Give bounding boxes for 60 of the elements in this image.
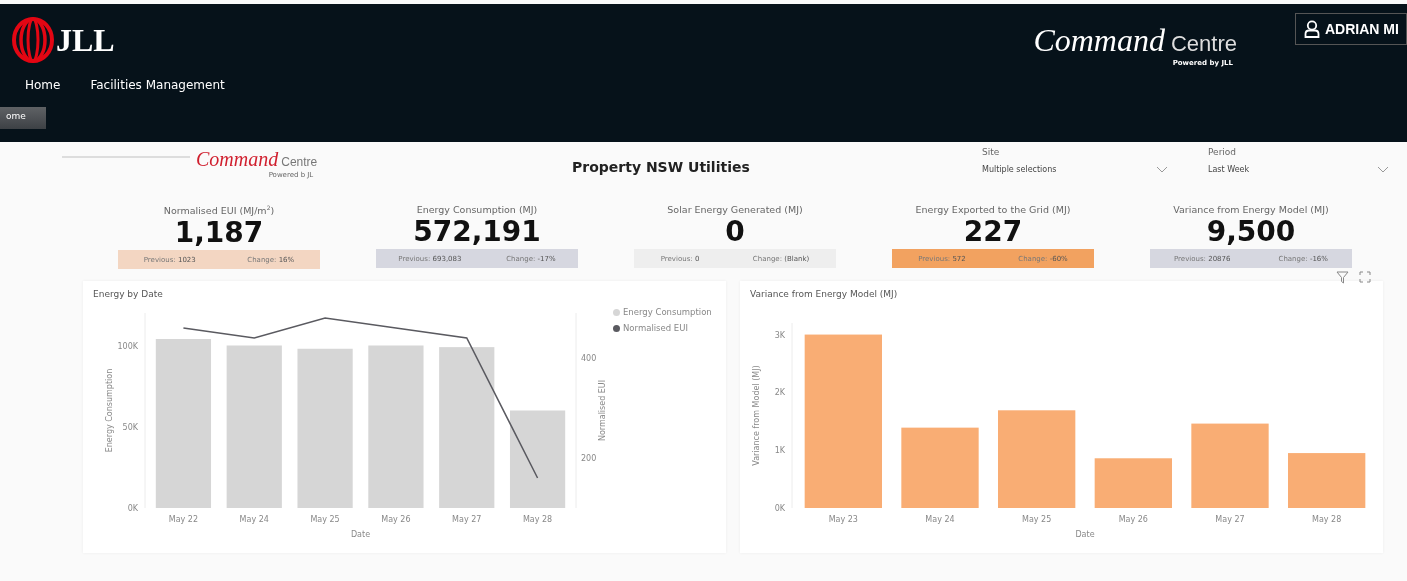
axis-tick-label: 50K [122, 422, 138, 432]
axis-tick-label: May 23 [828, 515, 858, 525]
nav-link[interactable]: Home [25, 78, 61, 92]
axis-tick-label: May 26 [1118, 515, 1148, 525]
axis-tick-label: 3K [774, 330, 785, 340]
axis-tick-label: 400 [581, 354, 597, 364]
kpi-title: Normalised EUI (MJ/m$^{2}$) [163, 204, 275, 217]
user-icon [1304, 20, 1320, 38]
axis-tick-label: 200 [581, 454, 597, 464]
axis-tick-label: May 24 [239, 515, 269, 525]
legend-label: Energy Consumption [623, 307, 712, 318]
axis-tick-label: May 27 [452, 515, 482, 525]
kpi-title: Energy Consumption (MJ) [416, 204, 538, 215]
axis-tick-label: 0K [127, 504, 138, 514]
axis-tick-label: 2K [774, 388, 785, 398]
chart-title: Energy by Date [93, 289, 164, 300]
focus-mode-icon [1359, 271, 1371, 284]
axis-title: Variance from Model (MJ) [752, 365, 761, 466]
logo-script-text: Command [1033, 22, 1165, 59]
axis-tick-label: May 25 [310, 515, 340, 525]
kpi-value: 9,500 [1206, 215, 1296, 249]
axis-tick-label: May 24 [925, 515, 955, 525]
axis-title: Date [1075, 530, 1095, 540]
nav-link[interactable]: Facilities Management [90, 78, 225, 92]
axis-tick-label: May 28 [1312, 515, 1342, 525]
axis-tick-label: 1K [774, 446, 785, 456]
axis-title: Date [350, 530, 371, 540]
legend-label: Normalised EUI [623, 323, 688, 334]
kpi-title: Variance from Energy Model (MJ) [1173, 204, 1329, 215]
axis-tick-label: May 25 [1022, 515, 1052, 525]
axis-tick-label: May 27 [1215, 515, 1245, 525]
logo-word: Centre [1170, 31, 1237, 57]
axis-title: Energy Consumption [105, 368, 114, 453]
logo-script-text: Command [196, 148, 279, 171]
slicer-label: Period [1208, 147, 1238, 157]
kpi-title: Energy Exported to the Grid (MJ) [915, 204, 1071, 215]
kpi-title: Solar Energy Generated (MJ) [667, 204, 803, 215]
axis-tick-label: 100K [117, 341, 138, 351]
axis-tick-label: May 22 [168, 515, 199, 525]
chart-title: Variance from Energy Model (MJ) [750, 289, 899, 300]
filter-icon [1336, 271, 1349, 285]
user-button[interactable]: ADRIAN MI [1295, 13, 1407, 45]
axis-tick-label: May 26 [381, 515, 411, 525]
report-title: Property NSW Utilities [572, 159, 751, 175]
kpi-value: 227 [963, 215, 1023, 249]
axis-tick-label: 0K [774, 504, 785, 514]
page-tab[interactable]: ome [0, 107, 46, 129]
chevron-down-icon [1156, 166, 1168, 173]
logo-word: Centre [281, 155, 318, 169]
axis-tick-label: May 28 [522, 515, 553, 525]
chevron-down-icon [1377, 166, 1389, 173]
dropdown[interactable]: Multiple selections [982, 165, 1172, 174]
kpi-value: 572,191 [413, 215, 541, 249]
slicer-label: Site [982, 147, 1001, 157]
dropdown[interactable]: Last Week [1208, 165, 1393, 174]
brand-name: JLL [56, 21, 115, 59]
kpi-value: 1,187 [174, 216, 264, 251]
axis-title: Normalised EUI [598, 380, 607, 442]
kpi-value: 0 [725, 215, 745, 249]
logo-icon [12, 17, 54, 63]
